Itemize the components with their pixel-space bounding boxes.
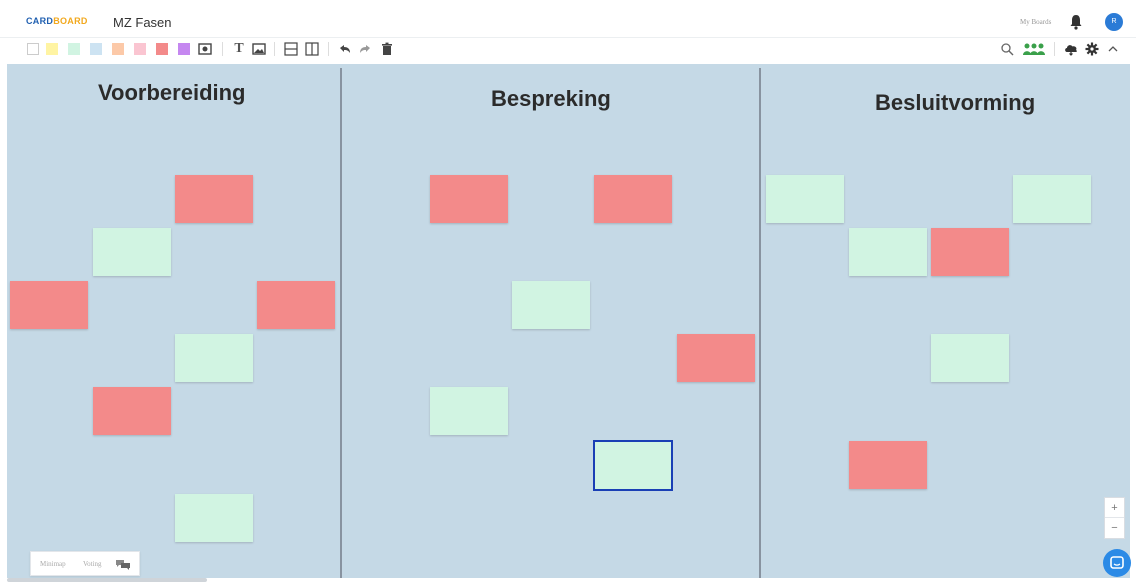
swatch-yellow[interactable]	[46, 43, 58, 55]
zoom-in-button[interactable]: +	[1105, 498, 1124, 518]
column-title-bespreking[interactable]: Bespreking	[491, 86, 611, 112]
bell-icon[interactable]	[1069, 14, 1083, 30]
toolbar-separator	[222, 42, 223, 56]
swatch-orange[interactable]	[112, 43, 124, 55]
board-canvas[interactable]: Voorbereiding Bespreking Besluitvorming	[7, 64, 1130, 578]
card[interactable]	[175, 494, 253, 542]
column-divider[interactable]	[340, 68, 342, 578]
gear-icon[interactable]	[1085, 42, 1099, 56]
card[interactable]	[766, 175, 844, 223]
redo-icon[interactable]	[358, 42, 372, 56]
chat-launcher-button[interactable]	[1103, 549, 1131, 577]
card[interactable]	[931, 228, 1009, 276]
chat-icon	[1110, 556, 1124, 569]
cardboard-app: CARDBOARD MZ Fasen My Boards R T Voorber…	[0, 0, 1136, 582]
column-divider-icon[interactable]	[305, 42, 319, 56]
logo-part-board: BOARD	[53, 16, 88, 26]
column-title-voorbereiding[interactable]: Voorbereiding	[98, 80, 246, 106]
swatch-pink[interactable]	[134, 43, 146, 55]
cloud-icon[interactable]	[1064, 42, 1078, 56]
my-boards-link[interactable]: My Boards	[1020, 18, 1051, 26]
card[interactable]	[257, 281, 335, 329]
avatar[interactable]: R	[1105, 13, 1123, 31]
card-selected[interactable]	[593, 440, 673, 491]
toolbar-separator	[328, 42, 329, 56]
board-title[interactable]: MZ Fasen	[113, 15, 172, 30]
toolbar-separator	[1054, 42, 1055, 56]
card[interactable]	[93, 228, 171, 276]
zoom-controls: + −	[1104, 497, 1125, 539]
card[interactable]	[430, 175, 508, 223]
card[interactable]	[677, 334, 755, 382]
undo-icon[interactable]	[338, 42, 352, 56]
top-bar: CARDBOARD MZ Fasen My Boards R	[0, 0, 1136, 38]
voting-toggle[interactable]: Voting	[83, 560, 102, 568]
card[interactable]	[175, 334, 253, 382]
camera-icon[interactable]	[198, 42, 212, 56]
collapse-icon[interactable]	[1106, 42, 1120, 56]
card[interactable]	[430, 387, 508, 435]
swatch-green[interactable]	[68, 43, 80, 55]
users-icon[interactable]	[1022, 42, 1046, 56]
swatch-purple[interactable]	[178, 43, 190, 55]
card[interactable]	[594, 175, 672, 223]
card[interactable]	[849, 228, 927, 276]
card[interactable]	[93, 387, 171, 435]
zoom-out-button[interactable]: −	[1105, 518, 1124, 538]
toolbar-separator	[274, 42, 275, 56]
image-icon[interactable]	[252, 42, 266, 56]
card[interactable]	[175, 175, 253, 223]
horizontal-scrollbar[interactable]	[7, 578, 207, 582]
card[interactable]	[10, 281, 88, 329]
row-divider-icon[interactable]	[284, 42, 298, 56]
card[interactable]	[1013, 175, 1091, 223]
column-title-besluitvorming[interactable]: Besluitvorming	[875, 90, 1035, 116]
bottom-panel: Minimap Voting	[30, 551, 140, 576]
swatch-white[interactable]	[27, 43, 39, 55]
cardboard-logo[interactable]: CARDBOARD	[26, 16, 88, 26]
card[interactable]	[849, 441, 927, 489]
minimap-toggle[interactable]: Minimap	[40, 560, 66, 568]
swatch-red[interactable]	[156, 43, 168, 55]
toolbar: T	[0, 38, 1136, 63]
card[interactable]	[512, 281, 590, 329]
trash-icon[interactable]	[380, 42, 394, 56]
column-divider[interactable]	[759, 68, 761, 578]
card[interactable]	[931, 334, 1009, 382]
comments-icon[interactable]	[115, 558, 131, 576]
swatch-blue[interactable]	[90, 43, 102, 55]
logo-part-card: CARD	[26, 16, 54, 26]
text-icon[interactable]: T	[232, 42, 246, 56]
search-icon[interactable]	[1000, 42, 1014, 56]
